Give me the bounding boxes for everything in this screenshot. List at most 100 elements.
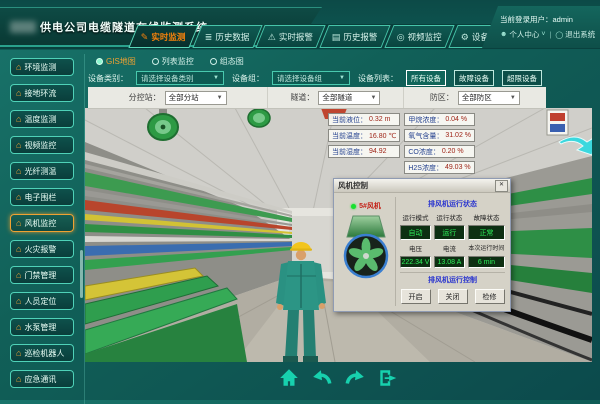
fault-state-value: 正常: [468, 225, 505, 240]
sensor-chip-panel: 当前液位：0.32 m 当前温度：16.80 ℃ 当前湿度：94.92 甲烷浓度…: [328, 113, 475, 174]
fan-control-dialog: 风机控制 ✕ 5#风机: [333, 178, 511, 312]
overlimit-devices-button[interactable]: 超限设备: [502, 70, 542, 86]
history-data-icon: ≣: [205, 32, 213, 41]
sidebar-item-fire-alarm[interactable]: ⌂火灾报警: [10, 240, 74, 258]
filter-bar: 分控站： 全部分站▼ 隧道： 全部隧道▼ 防区： 全部防区▼: [88, 87, 546, 109]
ceiling-fan: [248, 108, 270, 127]
profile-menu[interactable]: ☻ 个人中心 ˅: [500, 29, 545, 40]
run-mode-value: 自动: [400, 225, 431, 240]
close-icon[interactable]: ✕: [495, 180, 508, 192]
fault-devices-button[interactable]: 故障设备: [454, 70, 494, 86]
user-panel: 当前登录用户：admin ☻ 个人中心 ˅ | ◯ 退出系统: [482, 6, 600, 48]
back-arrow-icon: [311, 367, 333, 389]
sidebar-scrollbar[interactable]: [80, 250, 83, 298]
radio-dot: [210, 58, 217, 65]
device-toolbar: 设备类别： 请选择设备类别▼ 设备组： 请选择设备组▼ 设备列表： 所有设备 故…: [88, 70, 542, 86]
device-list-label: 设备列表：: [358, 73, 398, 84]
view-mode-radios: GIS地图 列表监控 组态图: [96, 56, 244, 67]
status-led: [351, 204, 356, 209]
top-header: 供电公司电缆隧道在线监测系统 ✎实时监测 ≣历史数据 ⚠实时报警 ▤历史报警 ◎…: [0, 0, 600, 50]
current-value: 13.08 A: [434, 256, 465, 268]
home-icon: ⌂: [16, 245, 21, 254]
dialog-title: 风机控制: [338, 180, 368, 191]
home-icon: ⌂: [16, 115, 21, 124]
temperature-chip: 当前温度：16.80 ℃: [328, 129, 400, 142]
sidebar-item-video[interactable]: ⌂视频监控: [10, 136, 74, 154]
device-type-label: 设备类别：: [88, 73, 128, 84]
chevron-down-icon: ▼: [510, 95, 516, 101]
substation-select[interactable]: 全部分站▼: [165, 91, 227, 105]
oxygen-chip: 氧气含量：31.02 %: [404, 129, 475, 142]
tunnel-label: 隧道：: [290, 92, 314, 103]
run-state-value: 运行: [434, 225, 465, 240]
tab-realtime-alarm[interactable]: ⚠实时报警: [255, 25, 325, 48]
zone-label: 防区：: [430, 92, 454, 103]
radio-dot: [152, 58, 159, 65]
sidebar-item-access-control[interactable]: ⌂门禁管理: [10, 266, 74, 284]
status-section-header: 排风机运行状态: [400, 199, 505, 209]
footer-nav: [278, 367, 399, 389]
home-icon: ⌂: [16, 375, 21, 384]
realtime-monitor-icon: ✎: [141, 32, 149, 41]
fan-start-button[interactable]: 开启: [401, 289, 431, 304]
wall-poster: [547, 110, 568, 135]
fan-stop-button[interactable]: 关闭: [438, 289, 468, 304]
home-icon: ⌂: [16, 297, 21, 306]
sidebar-item-emergency-comm[interactable]: ⌂应急通讯: [10, 370, 74, 388]
device-type-select[interactable]: 请选择设备类别▼: [136, 71, 224, 85]
level-chip: 当前液位：0.32 m: [328, 113, 400, 126]
tunnel-select[interactable]: 全部隧道▼: [318, 91, 380, 105]
home-icon: [278, 367, 300, 389]
video-icon: ◎: [397, 32, 405, 41]
control-section-header: 排风机运行控制: [400, 275, 505, 285]
substation-label: 分控站：: [129, 92, 161, 103]
sidebar-item-environment[interactable]: ⌂环境监测: [10, 58, 74, 76]
home-icon: ⌂: [16, 89, 21, 98]
radio-gis-map[interactable]: GIS地图: [96, 56, 136, 67]
home-button[interactable]: [278, 367, 300, 389]
sidebar: ⌂环境监测 ⌂接地环流 ⌂温度监测 ⌂视频监控 ⌂光纤测温 ⌂电子围栏 ⌂风机监…: [0, 54, 85, 404]
fan-service-button[interactable]: 检修: [475, 289, 505, 304]
voltage-value: 222.34 V: [400, 256, 431, 268]
tab-history-data[interactable]: ≣历史数据: [192, 25, 262, 48]
tunnel-3d-viewport[interactable]: 当前液位：0.32 m 当前温度：16.80 ℃ 当前湿度：94.92 甲烷浓度…: [85, 108, 592, 362]
home-icon: ⌂: [16, 167, 21, 176]
forward-button[interactable]: [344, 367, 366, 389]
exit-button[interactable]: [377, 367, 399, 389]
redacted-company-name: [10, 21, 36, 33]
sidebar-item-robot[interactable]: ⌂巡检机器人: [10, 344, 74, 362]
methane-chip: 甲烷浓度：0.04 %: [404, 113, 475, 126]
fan-graphic-icon: [340, 214, 392, 280]
tab-realtime-monitor[interactable]: ✎实时监测: [128, 25, 198, 48]
home-icon: ⌂: [16, 271, 21, 280]
sidebar-item-personnel[interactable]: ⌂人员定位: [10, 292, 74, 310]
sidebar-item-fiber-temp[interactable]: ⌂光纤测温: [10, 162, 74, 180]
logout-button[interactable]: ◯ 退出系统: [555, 29, 595, 40]
runtime-value: 6 min: [468, 256, 505, 268]
chevron-down-icon: ▼: [213, 75, 219, 81]
zone-select[interactable]: 全部防区▼: [458, 91, 520, 105]
sidebar-item-pump[interactable]: ⌂水泵管理: [10, 318, 74, 336]
radio-scada-view[interactable]: 组态图: [210, 56, 244, 67]
current-user-label: 当前登录用户：admin: [500, 14, 600, 25]
co-chip: CO浓度：0.20 %: [404, 145, 475, 158]
sidebar-item-temperature[interactable]: ⌂温度监测: [10, 110, 74, 128]
device-group-select[interactable]: 请选择设备组▼: [272, 71, 350, 85]
tab-history-alarm[interactable]: ▤历史报警: [320, 25, 391, 48]
all-devices-button[interactable]: 所有设备: [406, 70, 446, 86]
sidebar-item-efence[interactable]: ⌂电子围栏: [10, 188, 74, 206]
home-icon: ⌂: [16, 219, 21, 228]
home-icon: ⌂: [16, 323, 21, 332]
history-alarm-icon: ▤: [332, 32, 341, 41]
tab-video-monitor[interactable]: ◎视频监控: [384, 25, 454, 48]
back-button[interactable]: [311, 367, 333, 389]
forward-arrow-icon: [344, 367, 366, 389]
sidebar-item-ground-current[interactable]: ⌂接地环流: [10, 84, 74, 102]
home-icon: ⌂: [16, 63, 21, 72]
sidebar-item-fan-monitor[interactable]: ⌂风机监控: [10, 214, 74, 232]
person-icon: ☻: [500, 31, 507, 38]
device-group-label: 设备组：: [232, 73, 264, 84]
radio-dot: [96, 58, 103, 65]
home-icon: ⌂: [16, 193, 21, 202]
radio-list-monitor[interactable]: 列表监控: [152, 56, 194, 67]
